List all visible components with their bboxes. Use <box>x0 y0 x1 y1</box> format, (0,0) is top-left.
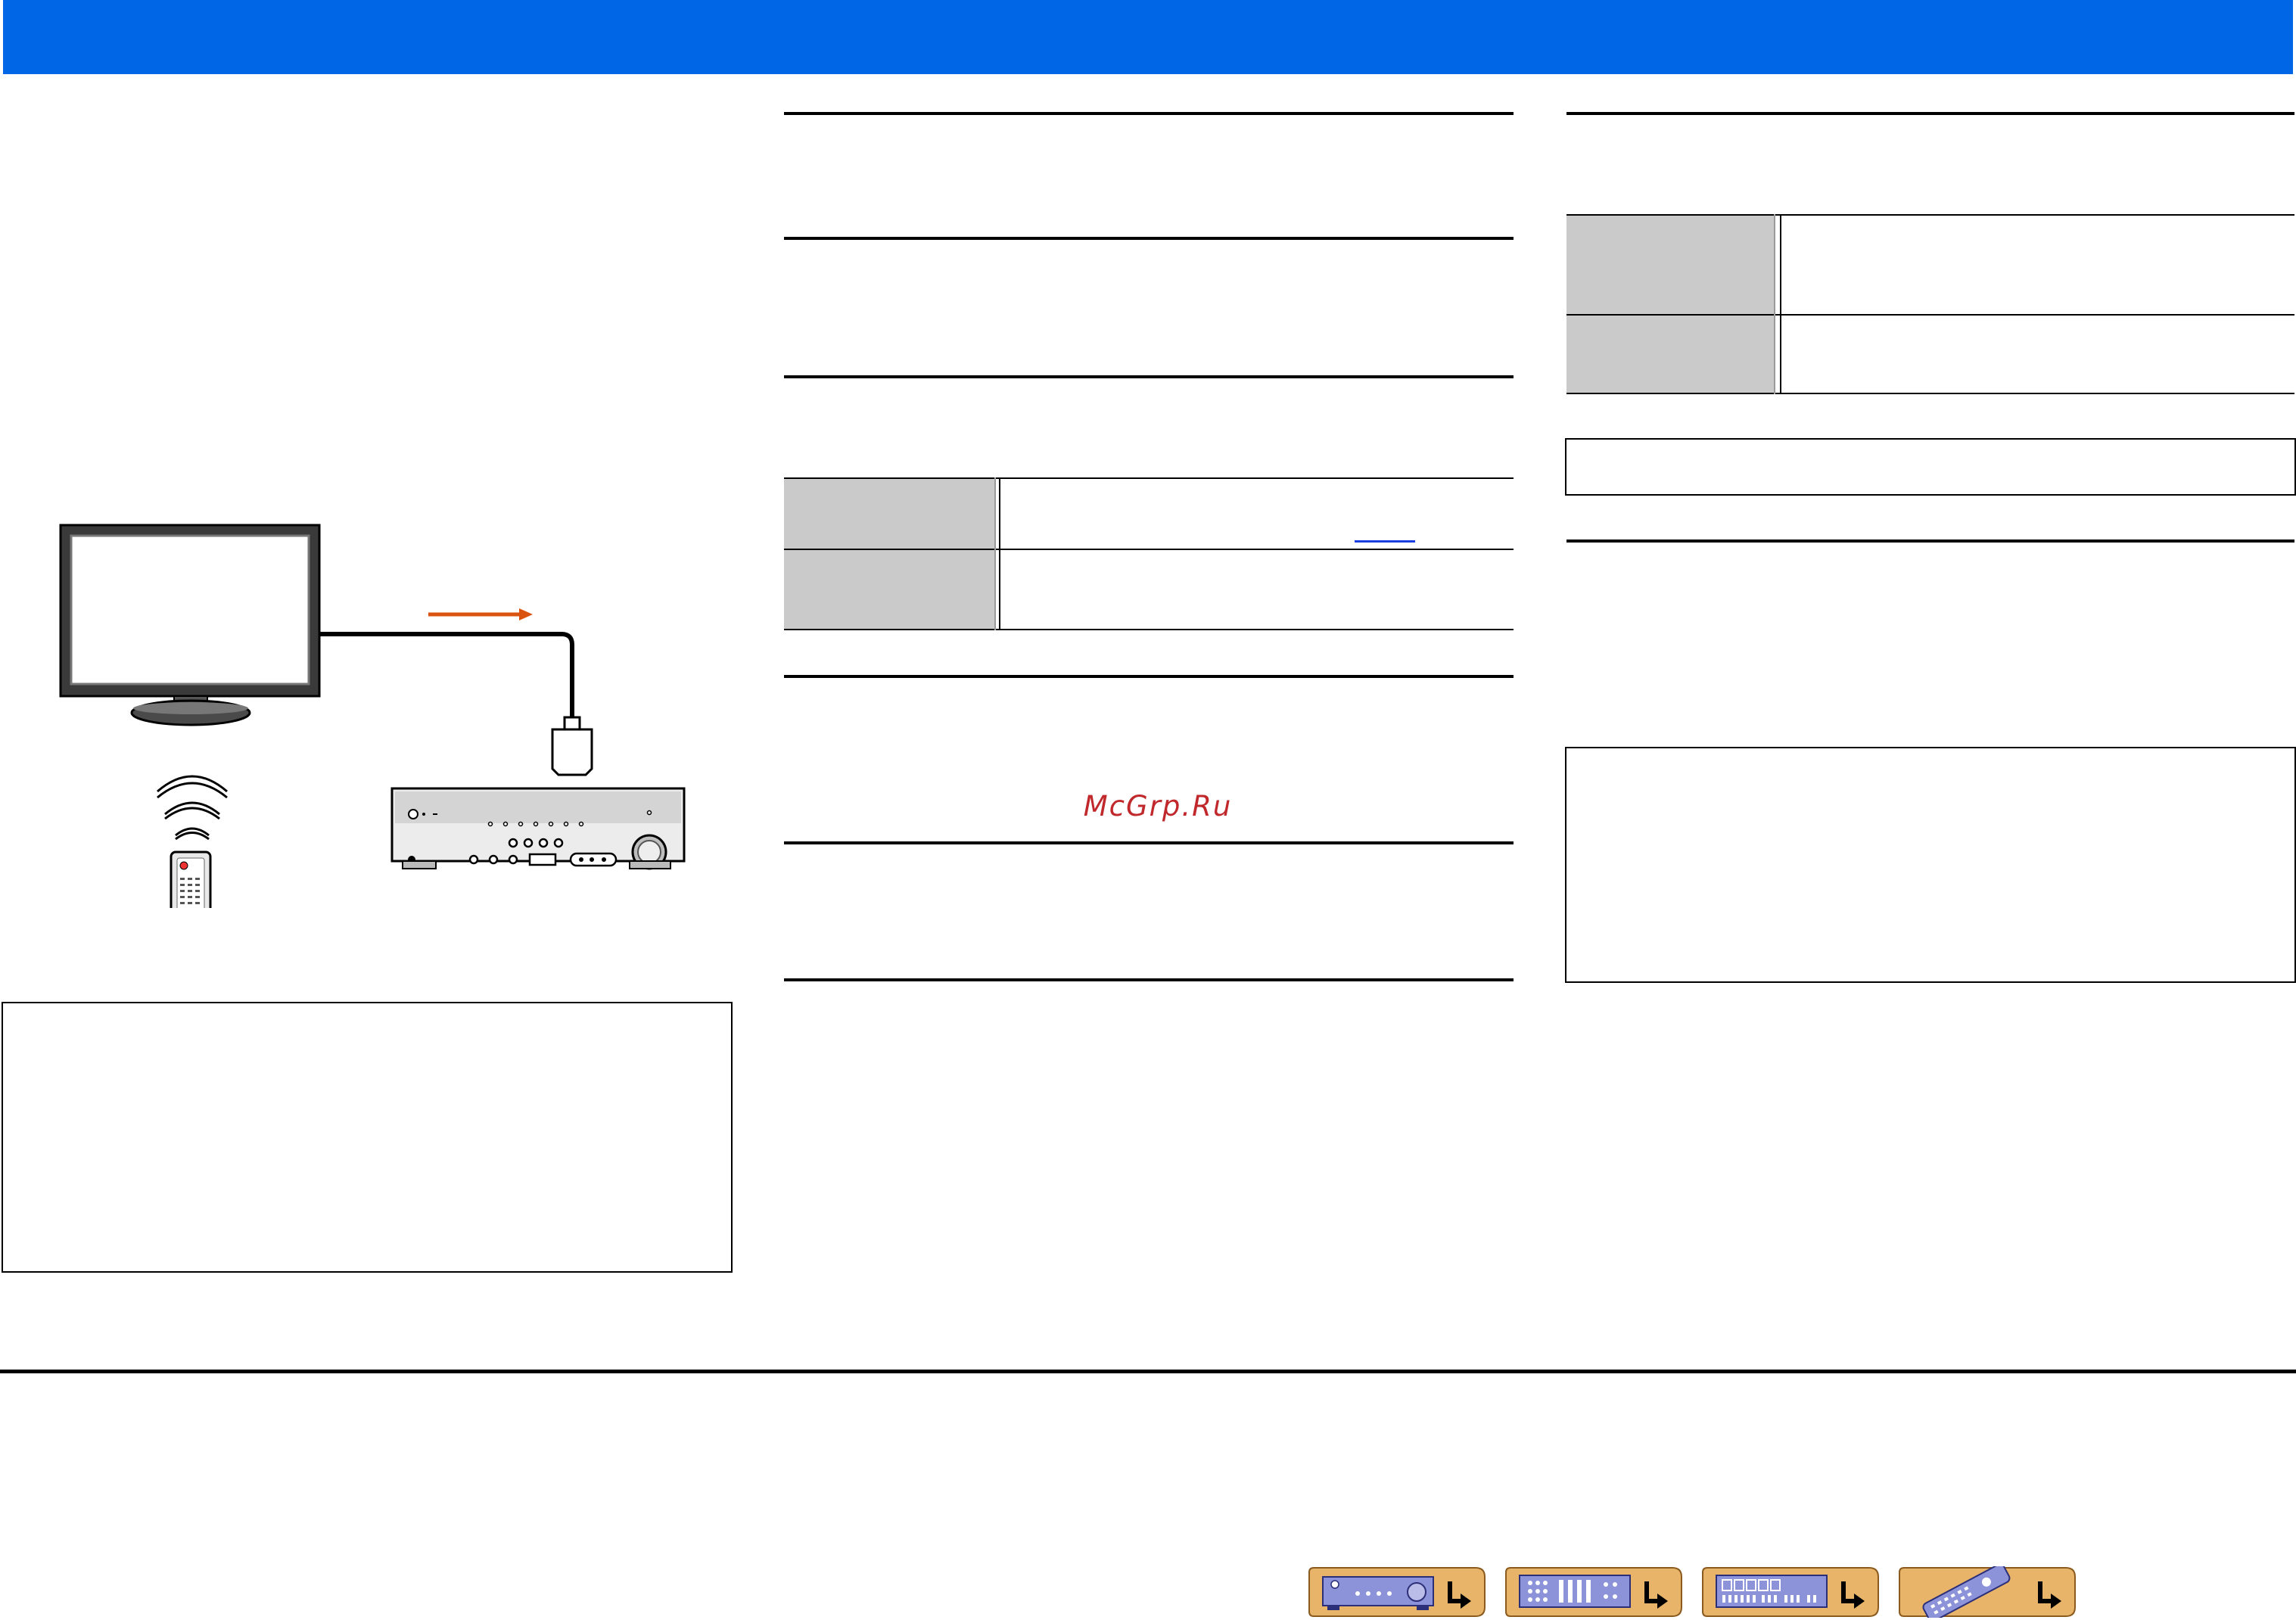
header-bar <box>3 0 2293 74</box>
display-nav-button[interactable] <box>1701 1566 1880 1618</box>
page-link[interactable] <box>1355 540 1415 543</box>
display-icon <box>1716 1575 1828 1608</box>
table-border <box>1566 393 2294 394</box>
section-rule <box>784 112 1514 115</box>
section-rule <box>1566 539 2294 543</box>
remote-control-nav-button[interactable] <box>1898 1566 2077 1618</box>
table-header-cell <box>784 479 994 549</box>
section-rule <box>784 675 1514 678</box>
section-rule <box>1566 112 2294 115</box>
note-box-small <box>1565 438 2296 496</box>
table-divider <box>1780 214 1781 394</box>
footer-rule <box>0 1370 2296 1373</box>
table-divider <box>1774 214 1775 394</box>
section-rule <box>784 841 1514 844</box>
front-panel-icon <box>1322 1576 1434 1610</box>
watermark: McGrp.Ru <box>1083 790 1233 822</box>
connection-diagram <box>59 524 686 908</box>
note-box-right <box>1565 747 2296 983</box>
table-border <box>784 629 1514 630</box>
section-rule <box>784 978 1514 981</box>
tv-icon <box>59 524 321 726</box>
note-box-left <box>2 1002 733 1273</box>
av-receiver-icon <box>390 787 686 870</box>
front-panel-nav-button[interactable] <box>1308 1566 1486 1618</box>
table-divider <box>994 477 996 630</box>
signal-direction-arrow <box>428 608 533 620</box>
hdmi-cable <box>319 632 593 776</box>
table-header-cell <box>1566 316 1774 393</box>
table-header-cell <box>1566 216 1774 314</box>
rear-panel-nav-button[interactable] <box>1504 1566 1683 1618</box>
remote-control-icon <box>170 850 212 908</box>
section-rule <box>784 375 1514 378</box>
table-divider <box>999 477 1000 630</box>
remote-signal-icon <box>157 775 228 841</box>
table-header-cell <box>784 550 994 629</box>
section-rule <box>784 237 1514 240</box>
rear-panel-icon <box>1519 1575 1631 1608</box>
header-bar-fill <box>3 0 2293 74</box>
